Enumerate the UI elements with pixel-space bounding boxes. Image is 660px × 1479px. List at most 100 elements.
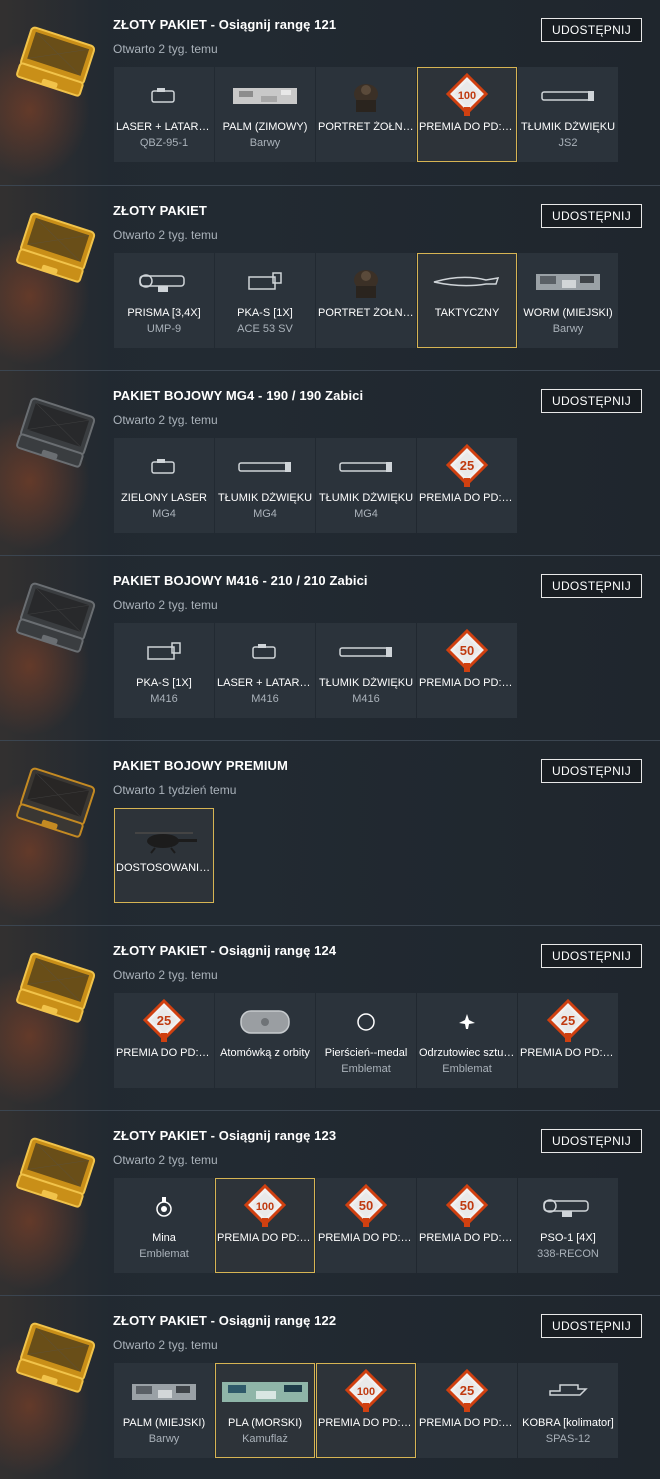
reward-tile[interactable]: TŁUMIK DŹWIĘKU MG4 bbox=[215, 438, 315, 533]
svg-text:100: 100 bbox=[256, 1201, 274, 1213]
reward-tile[interactable]: TŁUMIK DŹWIĘKU M416 bbox=[316, 623, 416, 718]
reward-tile[interactable]: PLA (MORSKI) Kamuflaż bbox=[215, 1363, 315, 1458]
share-button[interactable]: UDOSTĘPNIJ bbox=[540, 574, 642, 598]
reward-name: PREMIA DO PD: 25% bbox=[116, 1047, 212, 1059]
reward-tile[interactable]: Pierścień--medal Emblemat bbox=[316, 993, 416, 1088]
reward-category: M416 bbox=[150, 693, 178, 705]
svg-text:25: 25 bbox=[460, 1383, 474, 1398]
reward-tile[interactable]: 50 PREMIA DO PD: 50% bbox=[316, 1178, 416, 1273]
reward-tile[interactable]: PSO-1 [4X] 338-RECON bbox=[518, 1178, 618, 1273]
suppressor-icon bbox=[316, 444, 416, 490]
reward-tile[interactable]: 25 PREMIA DO PD: 25% bbox=[518, 993, 618, 1088]
battle-case-icon bbox=[14, 580, 100, 660]
reward-tile[interactable]: KOBRA [kolimator] SPAS-12 bbox=[518, 1363, 618, 1458]
reward-tile[interactable]: PRISMA [3,4X] UMP-9 bbox=[114, 253, 214, 348]
pack-title: ZŁOTY PAKIET - Osiągnij rangę 123 bbox=[113, 1128, 337, 1143]
xp-boost-25-icon: 25 bbox=[518, 999, 618, 1045]
reward-name: PREMIA DO PD: 25% bbox=[520, 1047, 616, 1059]
share-button[interactable]: UDOSTĘPNIJ bbox=[540, 18, 642, 42]
reward-tile[interactable]: 50 PREMIA DO PD: 50% bbox=[417, 1178, 517, 1273]
reward-tile[interactable]: 25 PREMIA DO PD: 25% bbox=[417, 1363, 517, 1458]
soldier-portrait-icon bbox=[316, 259, 416, 305]
xp-boost-100-icon: 100 bbox=[417, 73, 517, 119]
xp-boost-50-icon: 50 bbox=[316, 1184, 416, 1230]
reward-tile[interactable]: 100 PREMIA DO PD: 100% bbox=[417, 67, 517, 162]
reward-name: Atomówką z orbity bbox=[220, 1047, 310, 1059]
reward-name: Mina bbox=[152, 1232, 176, 1244]
battlepack-entry: ZŁOTY PAKIET Otwarto 2 tyg. temu UDOSTĘPNI… bbox=[0, 186, 660, 371]
reward-category: MG4 bbox=[152, 508, 176, 520]
reward-tile[interactable]: PALM (ZIMOWY) Barwy bbox=[215, 67, 315, 162]
reward-name: TŁUMIK DŹWIĘKU bbox=[520, 121, 616, 133]
reward-tile[interactable]: PORTRET ŻOŁNIERZA bbox=[316, 67, 416, 162]
camo-winter-icon bbox=[215, 73, 315, 119]
share-button[interactable]: UDOSTĘPNIJ bbox=[540, 389, 642, 413]
reward-category: Barwy bbox=[148, 1433, 180, 1445]
reward-items: LASER + LATARKA QBZ-95-1 PALM (ZIMOWY) Barw… bbox=[114, 67, 619, 162]
laser-icon bbox=[114, 73, 214, 119]
scope-icon bbox=[114, 259, 214, 305]
reward-tile[interactable]: WORM (MIEJSKI) Barwy bbox=[518, 253, 618, 348]
reward-name: PLA (MORSKI) bbox=[228, 1417, 302, 1429]
svg-text:50: 50 bbox=[460, 1198, 474, 1213]
reward-tile[interactable]: DOSTOSOWANIE POJAZDU bbox=[114, 808, 214, 903]
battlepack-entry: PAKIET BOJOWY MG4 - 190 / 190 Zabici Otwa… bbox=[0, 371, 660, 556]
reward-tile[interactable]: PKA-S [1X] M416 bbox=[114, 623, 214, 718]
svg-text:25: 25 bbox=[561, 1013, 575, 1028]
share-button[interactable]: UDOSTĘPNIJ bbox=[540, 204, 642, 228]
laser-icon bbox=[215, 629, 315, 675]
reward-category: 338-RECON bbox=[537, 1248, 599, 1260]
reward-name: PREMIA DO PD: 25% bbox=[419, 492, 515, 504]
share-button[interactable]: UDOSTĘPNIJ bbox=[540, 1129, 642, 1153]
share-button[interactable]: UDOSTĘPNIJ bbox=[540, 944, 642, 968]
reward-name: PORTRET ŻOŁNIERZA bbox=[318, 307, 414, 319]
pack-title: ZŁOTY PAKIET bbox=[113, 203, 207, 218]
reward-tile[interactable]: 50 PREMIA DO PD: 50% bbox=[417, 623, 517, 718]
reward-tile[interactable]: ZIELONY LASER MG4 bbox=[114, 438, 214, 533]
reward-category: MG4 bbox=[354, 508, 378, 520]
reward-tile[interactable]: TŁUMIK DŹWIĘKU MG4 bbox=[316, 438, 416, 533]
reward-category: Emblemat bbox=[139, 1248, 189, 1260]
reward-name: ZIELONY LASER bbox=[121, 492, 207, 504]
pack-title: ZŁOTY PAKIET - Osiągnij rangę 121 bbox=[113, 17, 337, 32]
reward-name: LASER + LATARKA bbox=[217, 677, 313, 689]
reward-tile[interactable]: PORTRET ŻOŁNIERZA bbox=[316, 253, 416, 348]
reward-tile[interactable]: Atomówką z orbity bbox=[215, 993, 315, 1088]
reward-tile[interactable]: TŁUMIK DŹWIĘKU JS2 bbox=[518, 67, 618, 162]
gold-case-icon bbox=[14, 1135, 100, 1215]
xp-boost-25-icon: 25 bbox=[417, 444, 517, 490]
reward-category: ACE 53 SV bbox=[237, 323, 293, 335]
camo-naval-icon bbox=[215, 1369, 315, 1415]
reward-tile[interactable]: PALM (MIEJSKI) Barwy bbox=[114, 1363, 214, 1458]
pack-title: ZŁOTY PAKIET - Osiągnij rangę 124 bbox=[113, 943, 337, 958]
reward-name: PREMIA DO PD: 100% bbox=[318, 1417, 414, 1429]
reward-name: PALM (ZIMOWY) bbox=[222, 121, 308, 133]
gold-case-icon bbox=[14, 24, 100, 104]
gold-case-icon bbox=[14, 950, 100, 1030]
share-button[interactable]: UDOSTĘPNIJ bbox=[540, 759, 642, 783]
reward-tile[interactable]: TAKTYCZNY bbox=[417, 253, 517, 348]
suppressor-icon bbox=[215, 444, 315, 490]
reward-tile[interactable]: 100 PREMIA DO PD: 100% bbox=[215, 1178, 315, 1273]
camo-urban-icon bbox=[114, 1369, 214, 1415]
reward-name: WORM (MIEJSKI) bbox=[523, 307, 613, 319]
opened-timestamp: Otwarto 2 tyg. temu bbox=[113, 1153, 218, 1167]
reward-category: QBZ-95-1 bbox=[139, 137, 189, 149]
xp-boost-25-icon: 25 bbox=[417, 1369, 517, 1415]
share-button[interactable]: UDOSTĘPNIJ bbox=[540, 1314, 642, 1338]
reward-name: DOSTOSOWANIE POJAZDU bbox=[116, 862, 212, 874]
reward-tile[interactable]: 25 PREMIA DO PD: 25% bbox=[114, 993, 214, 1088]
scope-icon bbox=[518, 1184, 618, 1230]
reward-category: SPAS-12 bbox=[545, 1433, 591, 1445]
reward-tile[interactable]: 25 PREMIA DO PD: 25% bbox=[417, 438, 517, 533]
holo-sight-icon bbox=[114, 629, 214, 675]
svg-text:25: 25 bbox=[460, 458, 474, 473]
reward-items: 25 PREMIA DO PD: 25% Atomówką z orbity Pie… bbox=[114, 993, 619, 1088]
reward-tile[interactable]: 100 PREMIA DO PD: 100% bbox=[316, 1363, 416, 1458]
reward-tile[interactable]: Mina Emblemat bbox=[114, 1178, 214, 1273]
reward-tile[interactable]: LASER + LATARKA QBZ-95-1 bbox=[114, 67, 214, 162]
reward-tile[interactable]: LASER + LATARKA M416 bbox=[215, 623, 315, 718]
reward-name: Odrzutowiec sztuczny bbox=[419, 1047, 515, 1059]
reward-tile[interactable]: PKA-S [1X] ACE 53 SV bbox=[215, 253, 315, 348]
reward-tile[interactable]: Odrzutowiec sztuczny Emblemat bbox=[417, 993, 517, 1088]
